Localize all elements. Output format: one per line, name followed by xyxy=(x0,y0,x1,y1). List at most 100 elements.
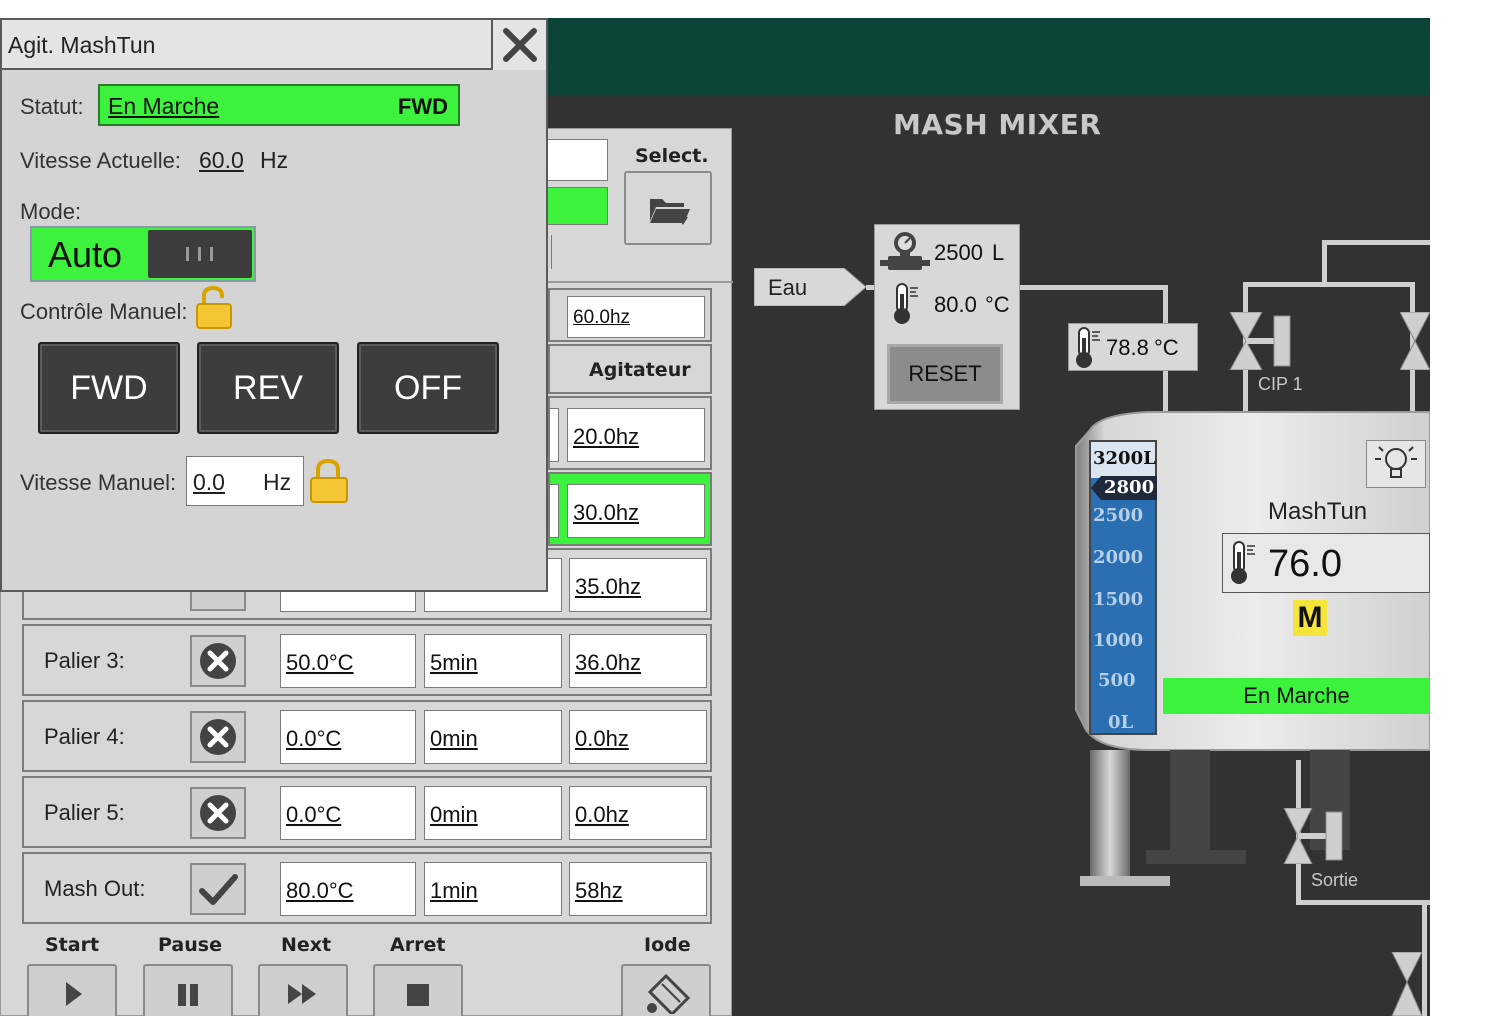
level-scale-tick: 500 xyxy=(1098,670,1136,691)
tank-status: En Marche xyxy=(1163,678,1430,714)
step-disabled-toggle[interactable] xyxy=(190,711,246,763)
thermometer-icon xyxy=(1231,541,1255,584)
valve-icon[interactable] xyxy=(1400,312,1430,370)
row-time-field[interactable]: 0min xyxy=(424,710,562,764)
step-enabled-toggle[interactable] xyxy=(190,863,246,915)
mode-toggle[interactable]: Auto xyxy=(30,226,256,282)
manual-speed-input[interactable]: 0.0 Hz xyxy=(186,456,304,506)
manual-speed-label: Vitesse Manuel: xyxy=(20,470,177,495)
water-label: Eau xyxy=(768,275,808,300)
tank-temperature: 76.0 xyxy=(1268,543,1342,585)
pipe-segment xyxy=(1322,240,1430,245)
reset-button[interactable]: RESET xyxy=(887,344,1003,404)
level-scale-tick: 1500 xyxy=(1093,589,1144,610)
light-bulb-icon xyxy=(1375,446,1417,478)
next-button[interactable] xyxy=(258,964,348,1016)
page-title: MASH MIXER xyxy=(893,108,1102,141)
flowmeter-icon xyxy=(880,232,930,270)
row-speed-field[interactable]: 35.0hz xyxy=(569,558,707,612)
row-time-field[interactable] xyxy=(549,484,559,538)
manual-control-label: Contrôle Manuel: xyxy=(20,299,188,324)
reverse-button[interactable]: REV xyxy=(197,342,339,434)
select-recipe-button[interactable] xyxy=(624,171,712,245)
row-time-field[interactable] xyxy=(549,408,559,462)
cip-label: CIP 1 xyxy=(1258,374,1303,394)
row-time-field[interactable]: 0min xyxy=(424,786,562,840)
dialog-title-bar: Agit. MashTun xyxy=(2,20,546,70)
toggle-handle[interactable] xyxy=(148,230,252,278)
start-button[interactable] xyxy=(27,964,117,1016)
current-speed-value: 60.0 xyxy=(199,147,244,173)
fast-forward-icon xyxy=(288,984,316,1004)
status-value: En Marche xyxy=(108,93,220,119)
mode-value: Auto xyxy=(48,234,123,275)
level-scale-tick: 2000 xyxy=(1093,547,1144,568)
step-disabled-toggle[interactable] xyxy=(190,787,246,839)
off-button[interactable]: OFF xyxy=(357,342,499,434)
row-temp-field[interactable]: 80.0°C xyxy=(280,862,416,916)
row-label: Mash Out: xyxy=(44,876,146,901)
agitator-dialog: Agit. MashTun Statut: En Marche FWD Vite… xyxy=(0,18,548,592)
current-speed-unit: Hz xyxy=(260,147,289,173)
cip-valve-icon[interactable] xyxy=(1228,312,1298,370)
light-toggle[interactable] xyxy=(1366,440,1426,488)
test-tube-icon xyxy=(647,974,690,1014)
x-circle-icon xyxy=(200,643,236,679)
tank-name: MashTun xyxy=(1268,498,1368,525)
table-row: Palier 5: 0.0°C 0min 0.0hz xyxy=(22,776,712,848)
valve-icon[interactable] xyxy=(1384,952,1430,1016)
x-circle-icon xyxy=(200,795,236,831)
status-badge: En Marche FWD xyxy=(98,84,460,126)
next-label: Next xyxy=(281,934,332,956)
row-time-field[interactable]: 5min xyxy=(424,634,562,688)
recipe-name-field[interactable] xyxy=(546,139,608,181)
unlocked-padlock-icon xyxy=(310,458,348,503)
row-temp-field[interactable]: 0.0°C xyxy=(280,710,416,764)
level-scale-tick: 1000 xyxy=(1093,630,1144,651)
stop-button[interactable] xyxy=(373,964,463,1016)
agitateur-header: Agitateur xyxy=(589,359,691,381)
table-row: Mash Out: 80.0°C 1min 58hz xyxy=(22,852,712,924)
outlet-valve-icon[interactable] xyxy=(1282,808,1348,864)
row-temp-field[interactable]: 50.0°C xyxy=(280,634,416,688)
row-label: Palier 3: xyxy=(44,648,125,673)
table-row: Palier 4: 0.0°C 0min 0.0hz xyxy=(22,700,712,772)
outlet-label: Sortie xyxy=(1311,870,1359,890)
pause-label: Pause xyxy=(158,934,222,956)
row-temp-field[interactable]: 0.0°C xyxy=(280,786,416,840)
pipe-segment xyxy=(1020,285,1168,290)
unlocked-padlock-icon xyxy=(196,286,232,329)
table-row: Palier 3: 50.0°C 5min 36.0hz xyxy=(22,624,712,696)
grip-icon xyxy=(186,247,213,261)
arret-label: Arret xyxy=(390,934,446,956)
status-direction: FWD xyxy=(397,94,448,119)
select-label: Select. xyxy=(635,145,709,167)
pause-button[interactable] xyxy=(143,964,233,1016)
close-icon xyxy=(502,28,537,62)
row-time-field[interactable]: 1min xyxy=(424,862,562,916)
level-max: 3200L xyxy=(1093,448,1156,469)
current-speed-label: Vitesse Actuelle: xyxy=(20,148,182,173)
top-speed-field[interactable]: 60.0hz xyxy=(567,296,705,338)
dialog-title: Agit. MashTun xyxy=(8,32,156,58)
row-speed-field[interactable]: 0.0hz xyxy=(569,710,707,764)
row-speed-field[interactable]: 0.0hz xyxy=(569,786,707,840)
mode-badge: M xyxy=(1293,600,1327,636)
step-disabled-toggle[interactable] xyxy=(190,635,246,687)
iode-button[interactable] xyxy=(621,964,711,1016)
pause-icon xyxy=(178,984,198,1006)
row-speed-field[interactable]: 30.0hz xyxy=(567,484,705,538)
row-speed-field[interactable]: 58hz xyxy=(569,862,707,916)
row-speed-field[interactable]: 20.0hz xyxy=(567,408,705,462)
pipe-segment xyxy=(1243,282,1413,287)
mode-label: Mode: xyxy=(20,199,82,224)
checkmark-icon xyxy=(199,874,238,905)
level-current: 2800 xyxy=(1104,477,1155,498)
forward-button[interactable]: FWD xyxy=(38,342,180,434)
inlet-temperature-unit: °C xyxy=(985,292,1010,317)
thermometer-icon xyxy=(894,283,918,324)
row-speed-field[interactable]: 36.0hz xyxy=(569,634,707,688)
close-button[interactable] xyxy=(491,20,546,70)
hmi-screen: MASH MIXER Eau 2500 L 80.0 °C RESET 78.8… xyxy=(0,0,1486,1016)
iode-label: Iode xyxy=(644,934,691,956)
